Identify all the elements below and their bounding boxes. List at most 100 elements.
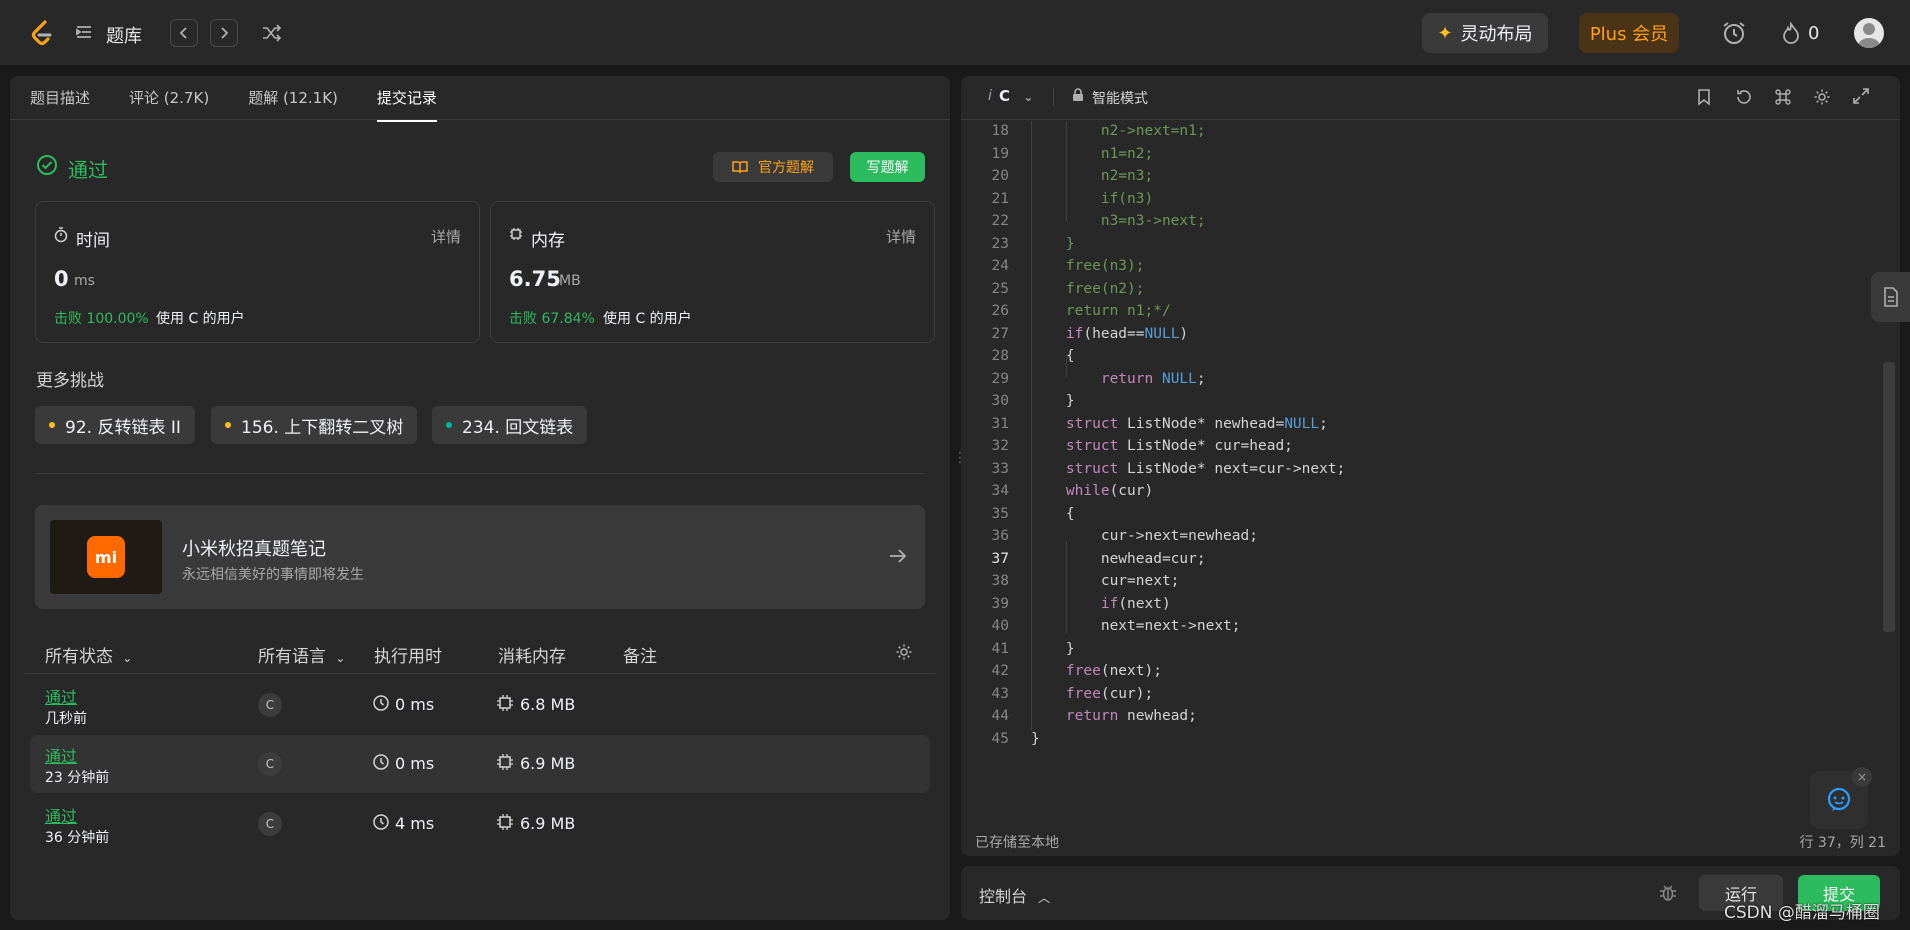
debug-bug-icon[interactable] xyxy=(1658,883,1678,903)
challenge-chip-234[interactable]: 234. 回文链表 xyxy=(432,406,588,444)
table-row[interactable]: 通过 36 分钟前 C 4 ms 6.9 MB xyxy=(30,795,930,853)
smart-mode-label[interactable]: 智能模式 xyxy=(1092,88,1148,108)
clock-icon xyxy=(372,694,390,712)
line-number: 37 xyxy=(991,550,1009,567)
runtime-beat: 击败 100.00% xyxy=(54,311,149,327)
code-line: return n1;*/ xyxy=(1031,303,1171,319)
chip-icon xyxy=(509,227,523,241)
line-number: 20 xyxy=(991,168,1009,184)
code-line: free(next); xyxy=(1065,663,1162,679)
next-problem-button[interactable] xyxy=(210,19,238,47)
gear-icon[interactable] xyxy=(895,643,913,661)
notes-side-tab[interactable] xyxy=(1871,272,1910,322)
memory-unit: MB xyxy=(559,273,581,289)
fire-icon[interactable] xyxy=(1782,22,1800,44)
code-line: { xyxy=(1031,348,1075,364)
streak-count: 0 xyxy=(1808,23,1820,44)
line-number: 43 xyxy=(991,685,1009,702)
reset-icon[interactable] xyxy=(1735,88,1753,106)
line-number: 34 xyxy=(991,483,1009,499)
runtime-header: 执行用时 xyxy=(374,647,442,667)
code-line: struct ListNode* newhead=NULL; xyxy=(1065,415,1328,432)
runtime-users: 使用 C 的用户 xyxy=(156,311,245,327)
row-status[interactable]: 通过 xyxy=(45,803,77,827)
write-solution-button[interactable]: 写题解 xyxy=(850,152,925,182)
settings-gear-icon[interactable] xyxy=(1813,88,1831,106)
code-line: free(n3); xyxy=(1031,258,1145,274)
code-editor[interactable]: 18 n2->next=n1; 19 n1=n2; 20 n2=n3; 21 i… xyxy=(961,121,1885,830)
language-label: C xyxy=(999,87,1011,105)
fullscreen-icon[interactable] xyxy=(1853,88,1869,104)
table-row[interactable]: 通过 23 分钟前 C 0 ms 6.9 MB xyxy=(30,735,930,793)
line-number: 25 xyxy=(991,280,1009,297)
code-line: next=next->next; xyxy=(1031,618,1241,634)
arrow-right-icon xyxy=(889,548,907,564)
runtime-detail-link[interactable]: 详情 xyxy=(431,226,461,247)
row-memory: 6.8 MB xyxy=(520,695,576,714)
runtime-card[interactable]: 时间 详情 0 ms 击败 100.00% 使用 C 的用户 xyxy=(35,201,480,343)
official-solution-label: 官方题解 xyxy=(758,160,814,176)
more-challenges-title: 更多挑战 xyxy=(36,371,104,391)
official-solution-button[interactable]: 官方题解 xyxy=(713,152,833,182)
memory-card[interactable]: 内存 详情 6.75 MB 击败 67.84% 使用 C 的用户 xyxy=(490,201,935,343)
line-number: 31 xyxy=(991,415,1009,432)
row-status[interactable]: 通过 xyxy=(45,743,77,767)
problem-bank-link[interactable]: 题库 xyxy=(106,22,142,48)
code-line: n1=n2; xyxy=(1031,145,1154,162)
code-line: } xyxy=(1031,393,1075,409)
tab-solutions[interactable]: 题解 (12.1K) xyxy=(248,87,338,108)
sparkle-icon: ✦ xyxy=(1437,22,1453,44)
status-filter-label: 所有状态 xyxy=(45,647,113,667)
code-line: free(cur); xyxy=(1065,685,1154,702)
note-header: 备注 xyxy=(623,647,657,667)
bookmark-icon[interactable] xyxy=(1697,88,1711,106)
table-row[interactable]: 通过 几秒前 C 0 ms 6.8 MB xyxy=(30,676,930,734)
lock-icon xyxy=(1072,88,1084,102)
row-status[interactable]: 通过 xyxy=(45,684,77,708)
tab-comments[interactable]: 评论 (2.7K) xyxy=(129,87,209,108)
shuffle-icon[interactable] xyxy=(262,24,282,42)
saved-status: 已存储至本地 xyxy=(975,835,1059,851)
code-line: free(n2); xyxy=(1031,280,1145,297)
line-number: 35 xyxy=(991,505,1009,522)
shortcut-icon[interactable] xyxy=(1774,88,1792,106)
code-line: cur=next; xyxy=(1031,573,1180,589)
prev-problem-button[interactable] xyxy=(170,19,198,47)
line-number: 26 xyxy=(991,303,1009,319)
line-number: 39 xyxy=(991,595,1009,612)
language-selector[interactable]: C ⌄ xyxy=(999,87,1033,105)
console-label: 控制台 xyxy=(979,887,1028,906)
memory-value: 6.75 xyxy=(509,267,561,291)
alarm-clock-icon[interactable] xyxy=(1721,20,1747,46)
challenge-label: 92. 反转链表 II xyxy=(65,417,181,438)
plus-member-button[interactable]: Plus 会员 xyxy=(1579,13,1679,53)
chevron-down-icon: ⌄ xyxy=(1023,90,1034,104)
code-line: { xyxy=(1031,505,1075,522)
challenge-chip-92[interactable]: 92. 反转链表 II xyxy=(35,406,195,444)
memory-detail-link[interactable]: 详情 xyxy=(886,226,916,247)
dynamic-layout-button[interactable]: ✦ 灵动布局 xyxy=(1422,13,1548,53)
line-number: 32 xyxy=(991,438,1009,454)
challenge-chip-156[interactable]: 156. 上下翻转二叉树 xyxy=(211,406,418,444)
problem-list-icon[interactable] xyxy=(74,22,94,42)
chevron-down-icon: ⌄ xyxy=(122,651,133,665)
line-number: 36 xyxy=(991,528,1009,544)
code-line: while(cur) xyxy=(1065,483,1154,499)
line-number: 38 xyxy=(991,573,1009,589)
code-line: } xyxy=(1031,730,1040,747)
runtime-title: 时间 xyxy=(76,231,110,251)
dynamic-layout-label: 灵动布局 xyxy=(1460,24,1533,45)
promo-banner[interactable]: mi 小米秋招真题笔记 永远相信美好的事情即将发生 xyxy=(35,505,925,609)
language-filter[interactable]: 所有语言 ⌄ xyxy=(258,642,345,667)
console-toggle[interactable]: 控制台 ︿ xyxy=(979,883,1050,907)
row-time: 23 分钟前 xyxy=(45,770,110,786)
avatar[interactable] xyxy=(1854,18,1884,48)
status-filter[interactable]: 所有状态 ⌄ xyxy=(45,642,132,667)
leetcode-logo[interactable] xyxy=(28,19,56,47)
tab-submissions[interactable]: 提交记录 xyxy=(376,87,437,122)
tab-description[interactable]: 题目描述 xyxy=(30,87,90,108)
row-memory: 6.9 MB xyxy=(520,814,576,833)
close-icon[interactable]: × xyxy=(1852,767,1872,787)
chevron-up-icon: ︿ xyxy=(1038,891,1051,905)
difficulty-dot xyxy=(49,422,55,428)
